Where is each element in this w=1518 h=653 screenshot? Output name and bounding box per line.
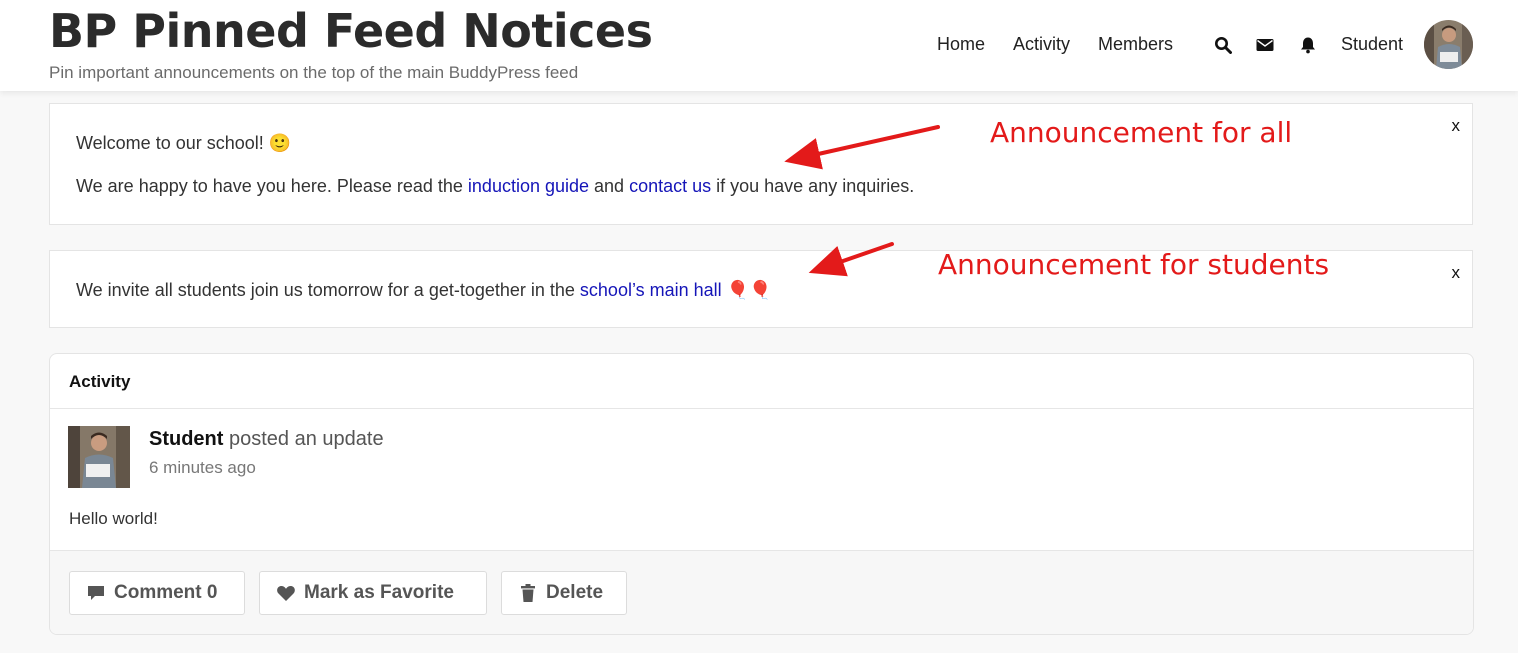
- nav-user-name[interactable]: Student: [1341, 34, 1403, 55]
- nav-item-activity[interactable]: Activity: [1013, 34, 1070, 55]
- notice-text: if you have any inquiries.: [711, 176, 915, 196]
- comment-button[interactable]: Comment 0: [69, 571, 245, 615]
- notice-text: and: [589, 176, 630, 196]
- post-author-avatar[interactable]: [68, 426, 130, 488]
- nav-item-members[interactable]: Members: [1098, 34, 1173, 55]
- post-action: posted an update: [223, 428, 384, 450]
- post-author-link[interactable]: Student: [149, 428, 223, 450]
- main-hall-link[interactable]: school’s main hall: [580, 280, 722, 300]
- site-header: BP Pinned Feed Notices Pin important ann…: [0, 0, 1518, 91]
- bell-icon[interactable]: [1299, 36, 1317, 54]
- induction-guide-link[interactable]: induction guide: [468, 176, 589, 196]
- callout-announcement-students: Announcement for students: [938, 248, 1330, 281]
- delete-button-label: Delete: [546, 582, 604, 603]
- activity-actions: Comment 0 Mark as Favorite Delete: [50, 550, 1473, 634]
- search-icon[interactable]: [1214, 36, 1232, 54]
- delete-button[interactable]: Delete: [501, 571, 627, 615]
- notice-body: We are happy to have you here. Please re…: [76, 176, 914, 197]
- notice-greeting: Welcome to our school! 🙂: [76, 133, 292, 153]
- notice-text: We invite all students join us tomorrow …: [76, 280, 580, 300]
- comment-icon: [88, 586, 104, 600]
- notice-text: We are happy to have you here. Please re…: [76, 176, 468, 196]
- notice-body: We invite all students join us tomorrow …: [76, 280, 772, 301]
- post-meta: Student posted an update: [149, 428, 384, 451]
- activity-heading: Activity: [69, 372, 131, 391]
- activity-header: Activity: [50, 354, 1473, 409]
- activity-card: Activity Student posted an update 6 minu…: [49, 353, 1474, 635]
- contact-us-link[interactable]: contact us: [629, 176, 711, 196]
- user-avatar[interactable]: [1424, 20, 1473, 69]
- trash-icon: [521, 584, 535, 602]
- favorite-button-label: Mark as Favorite: [304, 582, 454, 603]
- notice-close-button[interactable]: x: [1452, 263, 1461, 283]
- favorite-button[interactable]: Mark as Favorite: [259, 571, 487, 615]
- heart-icon: [277, 586, 295, 601]
- callout-announcement-all: Announcement for all: [990, 116, 1293, 149]
- comment-button-label: Comment 0: [114, 582, 218, 603]
- post-content: Hello world!: [69, 509, 158, 528]
- nav-item-home[interactable]: Home: [937, 34, 985, 55]
- envelope-icon[interactable]: [1256, 36, 1274, 54]
- site-description: Pin important announcements on the top o…: [49, 63, 579, 82]
- notice-text: 🎈🎈: [721, 280, 772, 300]
- notice-close-button[interactable]: x: [1452, 116, 1461, 136]
- site-title[interactable]: BP Pinned Feed Notices: [49, 4, 653, 58]
- post-timestamp[interactable]: 6 minutes ago: [149, 458, 256, 478]
